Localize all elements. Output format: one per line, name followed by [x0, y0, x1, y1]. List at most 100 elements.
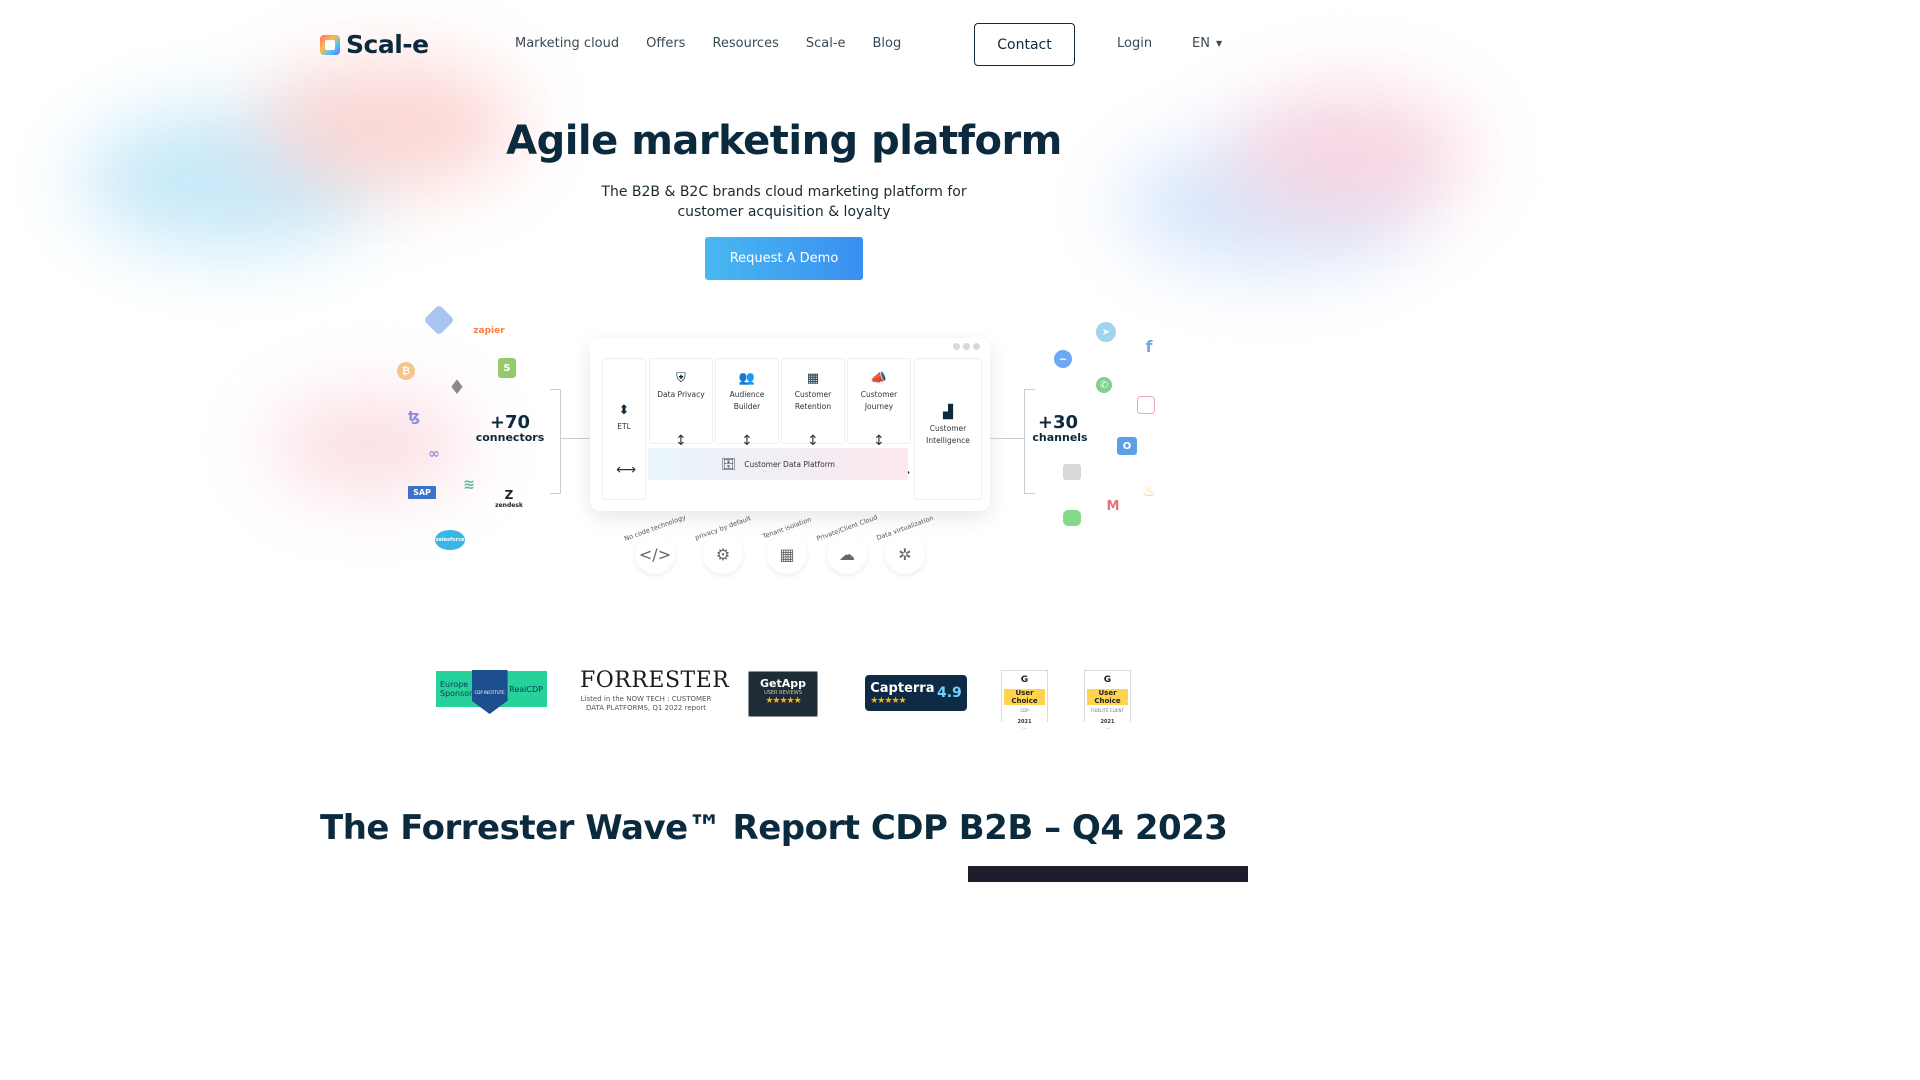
channels-count: +30	[1037, 412, 1079, 433]
site-logo[interactable]: Scal-e	[320, 30, 429, 59]
capterra-left: Capterra ★★★★★	[870, 681, 934, 706]
hero-title: Agile marketing platform	[506, 118, 1062, 164]
gmail-icon: M	[1106, 498, 1120, 514]
capterra-badge: Capterra ★★★★★ 4.9	[865, 675, 967, 711]
platform-diagram: zapier ₿ ♦ S ꜩ ∞ ≋ SAP Z zendesk salesfo…	[390, 300, 1180, 600]
right-connector-line	[990, 438, 1024, 439]
getapp-badge: GetApp USER REVIEWS ★★★★★	[748, 671, 818, 717]
g2-logo-icon: G	[1020, 675, 1029, 685]
outlook-icon: O	[1117, 437, 1137, 455]
cdp-badge-right: RealCDP	[509, 684, 543, 694]
g2-sub: CDP	[1020, 708, 1029, 713]
language-label: EN	[1192, 36, 1210, 51]
report-image-preview	[968, 866, 1248, 882]
window-dots	[953, 343, 980, 350]
nav-offers[interactable]: Offers	[646, 36, 685, 51]
feature-privacy: privacy by default ⚙	[688, 514, 758, 574]
module-label: Audience Builder	[729, 390, 765, 411]
zapier-icon: zapier	[473, 326, 505, 336]
channels-label: channels	[1032, 431, 1088, 444]
messenger-icon: ~	[1054, 350, 1072, 368]
customer-intelligence-card: ▟ Customer Intelligence	[914, 358, 982, 500]
shopify-icon: S	[498, 358, 516, 378]
module-customer-retention: ▦ Customer Retention	[781, 358, 845, 444]
g2-logo-icon: G	[1103, 675, 1112, 685]
etl-card: ⬍ ETL	[602, 358, 646, 500]
star-rating-icon: ★★★★★	[765, 696, 801, 706]
shield-icon: ⛨	[676, 371, 686, 386]
etl-icon: ⬍	[618, 403, 630, 418]
g2-year: 2021	[1017, 719, 1032, 725]
platform-card: ⬍ ETL ⛨ Data Privacy 👥 Audience Builder …	[590, 338, 990, 511]
firebase-icon: ♨	[1141, 480, 1157, 500]
customer-data-platform-bar: 🗄 Customer Data Platform	[648, 448, 908, 480]
module-data-privacy: ⛨ Data Privacy	[649, 358, 713, 444]
feature-data-virtualization: Data virtualization ✲	[870, 514, 940, 574]
module-label: Customer Journey	[860, 390, 898, 411]
intelligence-label: Customer Intelligence	[926, 424, 970, 445]
bar-chart-icon: ▟	[943, 405, 953, 420]
g2-title: User Choice	[1004, 689, 1045, 705]
code-icon: </>	[635, 534, 675, 574]
email-icon	[1063, 464, 1081, 480]
module-audience-builder: 👥 Audience Builder	[715, 358, 779, 444]
ticket-icon: ▦	[806, 371, 820, 386]
main-nav: Marketing cloud Offers Resources Scal-e …	[515, 36, 928, 51]
cloud-icon: ☁	[827, 534, 867, 574]
arrow-vertical-icon: ↕	[675, 433, 687, 449]
ethereum-icon: ♦	[448, 375, 466, 399]
cdp-institute-badge: Europe Sponsor CDP INSTITUTE RealCDP	[436, 670, 547, 714]
network-icon: ✲	[885, 534, 925, 574]
left-bracket	[550, 389, 561, 494]
forrester-logo: FORRESTER	[580, 668, 730, 693]
chevron-down-icon: ▼	[1215, 39, 1223, 48]
arrow-vertical-icon: ↕	[807, 433, 819, 449]
login-link[interactable]: Login	[1117, 36, 1152, 51]
g2-user-choice-badge: G User Choice CDP 2021	[1001, 670, 1048, 729]
request-demo-button[interactable]: Request A Demo	[705, 237, 863, 280]
cdp-badge-center: CDP INSTITUTE	[474, 689, 505, 695]
g2-user-choice-badge: G User Choice FIDELITÉ CLIENT 2021	[1084, 670, 1131, 729]
capterra-logo: Capterra	[870, 680, 935, 696]
zendesk-mark: Z	[504, 487, 514, 502]
gear-icon: ⚙	[703, 534, 743, 574]
feature-no-code: No code technology </>	[620, 513, 690, 574]
cdp-shield-icon: CDP INSTITUTE	[471, 670, 508, 714]
telegram-icon: ➤	[1096, 322, 1116, 342]
language-selector[interactable]: EN ▼	[1192, 36, 1222, 51]
nav-blog[interactable]: Blog	[873, 36, 902, 51]
left-connector-line	[560, 438, 590, 439]
sap-icon: SAP	[408, 486, 436, 499]
contact-button[interactable]: Contact	[974, 23, 1075, 66]
cdp-badge-left: Europe Sponsor	[440, 680, 473, 698]
hero-subtitle: The B2B & B2C brands cloud marketing pla…	[601, 184, 967, 220]
segment-icon: ≋	[463, 477, 475, 493]
imessage-icon	[1063, 510, 1081, 526]
module-customer-journey: 📣 Customer Journey	[847, 358, 911, 444]
logo-mark-icon	[320, 34, 340, 55]
instagram-icon	[1137, 396, 1155, 414]
connectors-label: connectors	[475, 431, 545, 444]
g2-title: User Choice	[1087, 689, 1128, 705]
cdp-label: Customer Data Platform	[744, 459, 835, 469]
nav-resources[interactable]: Resources	[712, 36, 778, 51]
module-label: Customer Retention	[794, 390, 832, 411]
zendesk-icon: Z zendesk	[494, 486, 524, 510]
salesforce-icon: salesforce	[435, 530, 465, 550]
logo-text: Scal-e	[346, 30, 429, 59]
polygon-icon: ∞	[428, 446, 440, 462]
nav-marketing-cloud[interactable]: Marketing cloud	[515, 36, 619, 51]
forrester-note: Listed in the NOW TECH : CUSTOMER DATA P…	[580, 695, 712, 712]
bitcoin-icon: ₿	[397, 362, 415, 380]
zendesk-label: zendesk	[495, 501, 523, 509]
arrow-horizontal-icon: ⟷	[616, 462, 637, 478]
megaphone-icon: 📣	[870, 371, 888, 386]
nav-scal-e[interactable]: Scal-e	[806, 36, 846, 51]
g2-sub: FIDELITÉ CLIENT	[1091, 708, 1124, 713]
grid-icon: ▦	[767, 534, 807, 574]
section-title: The Forrester Wave™ Report CDP B2B – Q4 …	[320, 808, 1228, 848]
bigquery-icon	[423, 304, 455, 336]
g2-year: 2021	[1100, 719, 1115, 725]
facebook-icon: f	[1145, 336, 1153, 356]
arrow-vertical-icon: ↕	[873, 433, 885, 449]
